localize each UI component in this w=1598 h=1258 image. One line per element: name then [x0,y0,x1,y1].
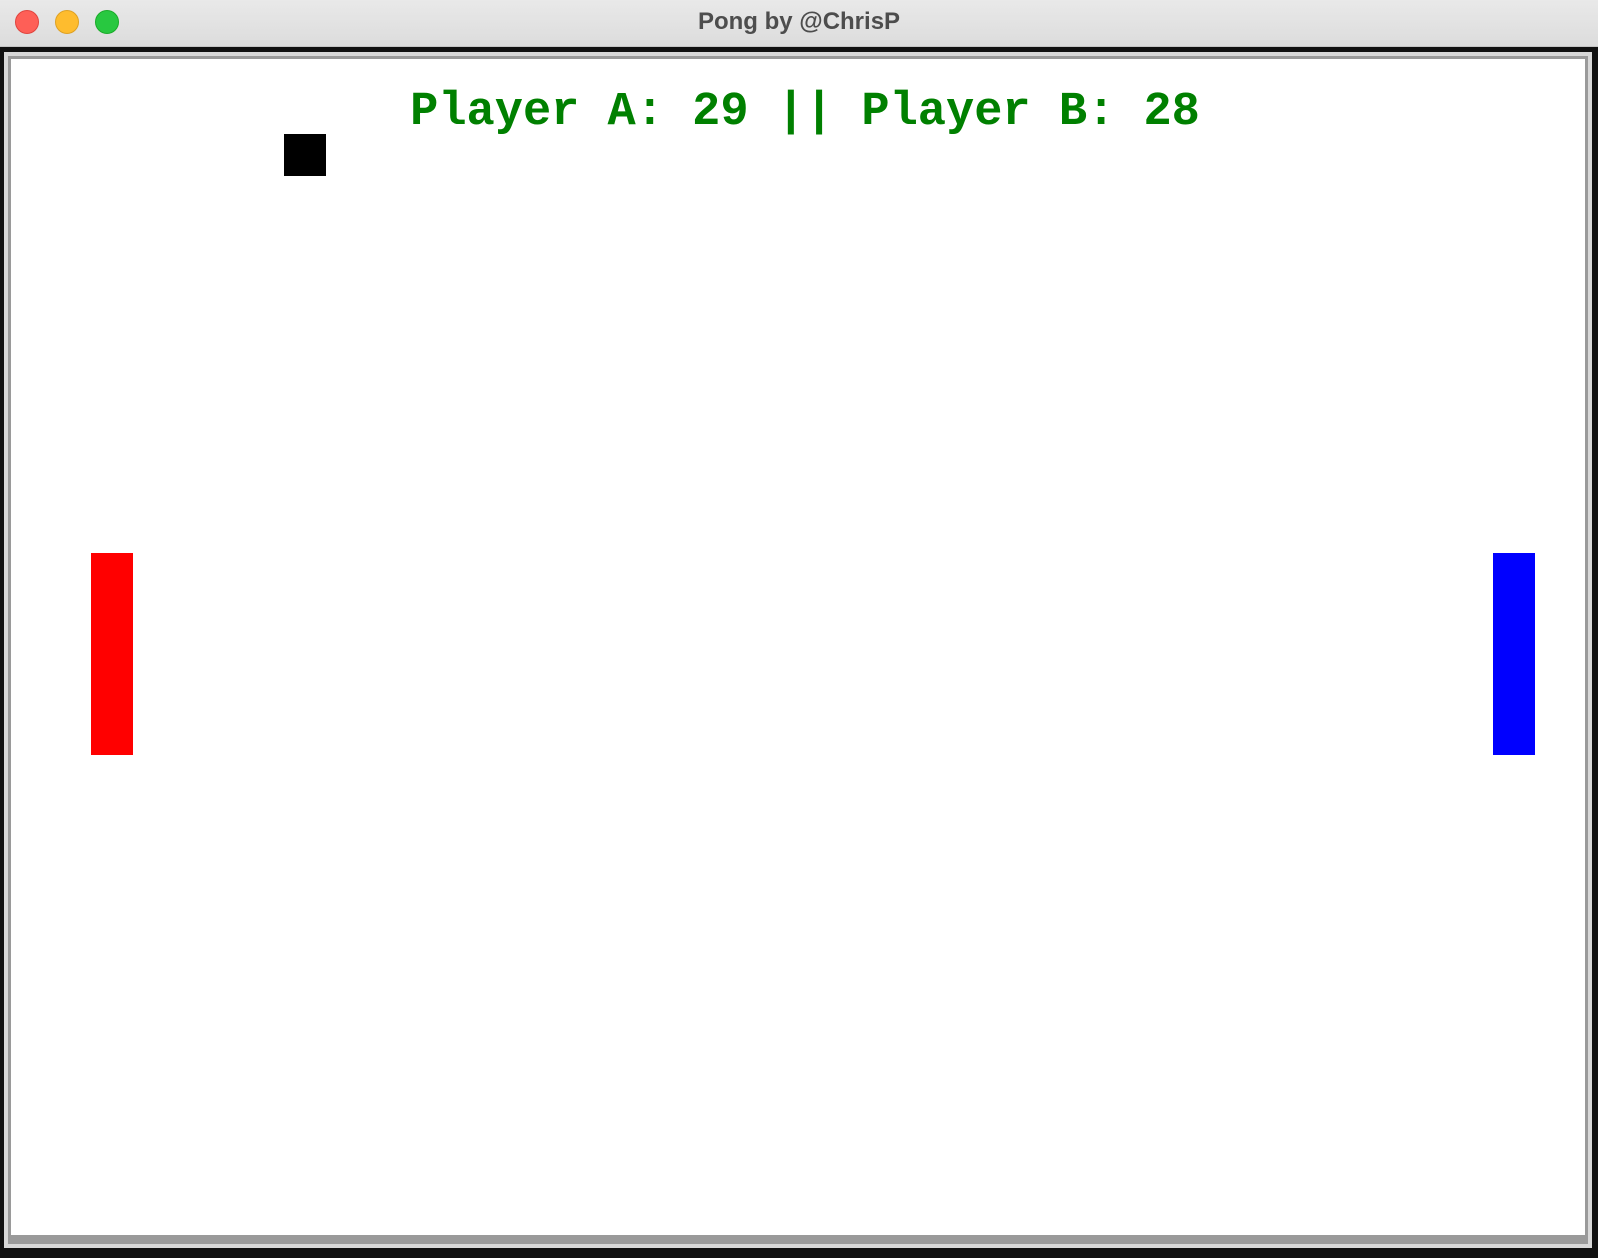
paddle-player-b [1493,553,1535,755]
title-bar[interactable]: Pong by @ChrisP [0,0,1598,47]
ball [284,134,326,176]
window-content: Player A: 29 || Player B: 28 [0,47,1598,1258]
paddle-player-a [91,553,133,755]
game-canvas[interactable]: Player A: 29 || Player B: 28 [11,59,1585,1235]
scoreboard: Player A: 29 || Player B: 28 [410,86,1200,139]
app-window: Pong by @ChrisP Player A: 29 || Player B… [0,0,1598,1258]
canvas-border-inner: Player A: 29 || Player B: 28 [8,56,1588,1244]
window-title: Pong by @ChrisP [697,8,901,35]
canvas-border-outer: Player A: 29 || Player B: 28 [4,52,1592,1248]
